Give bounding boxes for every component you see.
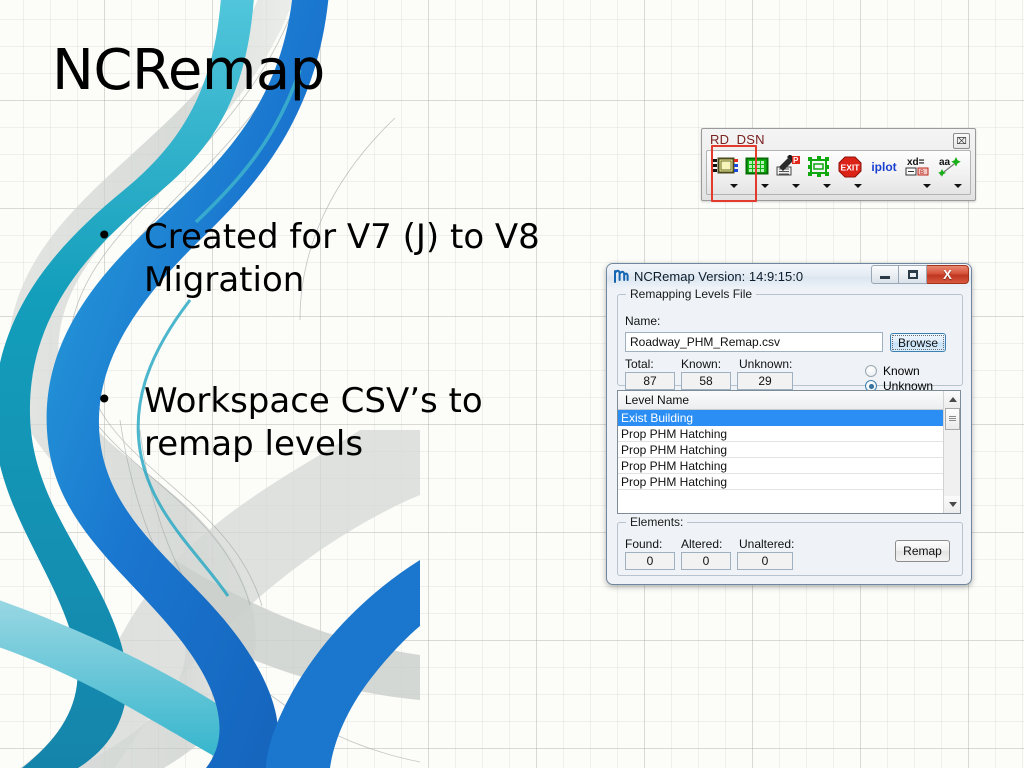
browse-button[interactable]: Browse [890, 333, 946, 352]
altered-value: 0 [702, 554, 710, 568]
level-list-header: Level Name [618, 391, 943, 410]
slide-title: NCRemap [52, 38, 325, 103]
microstation-icon [614, 269, 629, 284]
level-display-icon [745, 157, 768, 175]
list-item[interactable]: Prop PHM Hatching [618, 442, 943, 458]
svg-text:iplot: iplot [871, 160, 896, 174]
total-value-box: 87 [625, 372, 675, 390]
filename-input[interactable]: Roadway_PHM_Remap.csv [625, 332, 883, 352]
list-vertical-scrollbar[interactable] [943, 391, 960, 513]
dropdown-arrow-icon[interactable] [954, 184, 962, 188]
found-value-box: 0 [625, 552, 675, 570]
svg-text:P: P [793, 156, 799, 165]
toolbox-button-pattern-hatch[interactable]: P [772, 153, 803, 193]
bullet-item: • Workspace CSV’s to remap levels [96, 380, 566, 466]
known-value: 58 [699, 374, 713, 388]
radio-button-icon [865, 365, 877, 377]
toolbox-button-exit[interactable]: EXIT [834, 153, 865, 193]
altered-value-box: 0 [681, 552, 731, 570]
altered-label: Altered: [681, 537, 723, 551]
dropdown-arrow-icon[interactable] [823, 184, 831, 188]
unknown-value: 29 [758, 374, 772, 388]
element-selection-icon [807, 156, 829, 177]
svg-text:B: B [920, 170, 924, 176]
dropdown-arrow-icon[interactable] [854, 184, 862, 188]
bullet-marker: • [96, 219, 113, 252]
group-legend: Remapping Levels File [626, 287, 757, 301]
minimize-icon [880, 276, 890, 279]
slide-canvas: NCRemap • Created for V7 (J) to V8 Migra… [0, 0, 1024, 768]
close-icon: ⌧ [956, 135, 967, 146]
known-value-box: 58 [681, 372, 731, 390]
bullet-item: • Created for V7 (J) to V8 Migration [96, 216, 566, 302]
iplot-icon: iplot [871, 160, 896, 174]
bullet-marker: • [96, 383, 113, 416]
bullet-text: Created for V7 (J) to V8 Migration [144, 217, 540, 300]
list-item[interactable]: Prop PHM Hatching [618, 458, 943, 474]
unaltered-value: 0 [761, 554, 769, 568]
window-buttons: X [871, 265, 969, 284]
maximize-button[interactable] [899, 265, 927, 284]
unknown-value-box: 29 [737, 372, 793, 390]
toolbox-button-strip: P EXIT iplot xd= B aa [706, 150, 971, 195]
dialog-title: NCRemap Version: 14:9:15:0 [634, 269, 804, 284]
maximize-icon [907, 270, 918, 279]
toolbox-button-level-manager[interactable] [710, 153, 741, 193]
list-item[interactable]: Exist Building [618, 410, 943, 426]
dropdown-arrow-icon[interactable] [923, 184, 931, 188]
toolbox-button-annotation[interactable]: aa [934, 153, 965, 193]
browse-label: Browse [897, 335, 938, 350]
total-value: 87 [643, 374, 657, 388]
pattern-hatch-icon: P [776, 155, 800, 176]
exit-label: EXIT [840, 163, 860, 173]
close-icon: X [943, 267, 952, 282]
known-label: Known: [681, 357, 722, 371]
scroll-up-arrow-icon[interactable] [944, 391, 960, 408]
toolbox-button-element-selection[interactable] [803, 153, 834, 193]
svg-text:aa: aa [939, 157, 951, 168]
radio-known-label: Known [883, 364, 920, 378]
level-list[interactable]: Level Name Exist Building Prop PHM Hatch… [617, 390, 961, 514]
radio-known[interactable]: Known [865, 364, 920, 378]
total-label: Total: [625, 357, 654, 371]
found-label: Found: [625, 537, 663, 551]
annotation-icon: aa [937, 157, 961, 177]
unaltered-label: Unaltered: [739, 537, 795, 551]
microstation-toolbox: RD_DSN ⌧ P EXIT iplot xd= B aa [701, 128, 976, 202]
minimize-button[interactable] [871, 265, 899, 284]
dropdown-arrow-icon[interactable] [730, 184, 738, 188]
toolbox-close-button[interactable]: ⌧ [953, 133, 970, 149]
found-value: 0 [646, 554, 654, 568]
level-manager-icon [712, 157, 738, 174]
list-item[interactable]: Prop PHM Hatching [618, 426, 943, 442]
toolbox-button-xd-reference[interactable]: xd= B [903, 153, 934, 193]
close-button[interactable]: X [927, 265, 969, 284]
toolbox-button-level-display[interactable] [741, 153, 772, 193]
dialog-titlebar: NCRemap Version: 14:9:15:0 X [607, 264, 971, 289]
remap-label: Remap [903, 544, 942, 558]
unaltered-value-box: 0 [737, 552, 793, 570]
list-item[interactable]: Prop PHM Hatching [618, 474, 943, 490]
dropdown-arrow-icon[interactable] [792, 184, 800, 188]
xd-reference-icon: xd= B [905, 157, 928, 176]
group-legend: Elements: [626, 515, 688, 529]
scroll-down-arrow-icon[interactable] [944, 496, 960, 513]
scrollbar-thumb[interactable] [945, 408, 960, 430]
ncremap-dialog: NCRemap Version: 14:9:15:0 X Remapping L… [606, 263, 972, 585]
exit-icon: EXIT [838, 156, 861, 178]
svg-text:xd=: xd= [907, 157, 925, 168]
toolbox-button-iplot[interactable]: iplot [865, 153, 903, 193]
column-header-level-name: Level Name [625, 393, 690, 407]
remap-button[interactable]: Remap [895, 540, 950, 562]
filename-value: Roadway_PHM_Remap.csv [630, 335, 781, 349]
name-label: Name: [625, 314, 661, 328]
level-list-rows: Exist Building Prop PHM Hatching Prop PH… [618, 410, 943, 513]
bullet-text: Workspace CSV’s to remap levels [144, 381, 483, 464]
unknown-label: Unknown: [739, 357, 793, 371]
toolbox-caption: RD_DSN [710, 132, 765, 147]
dropdown-arrow-icon[interactable] [761, 184, 769, 188]
